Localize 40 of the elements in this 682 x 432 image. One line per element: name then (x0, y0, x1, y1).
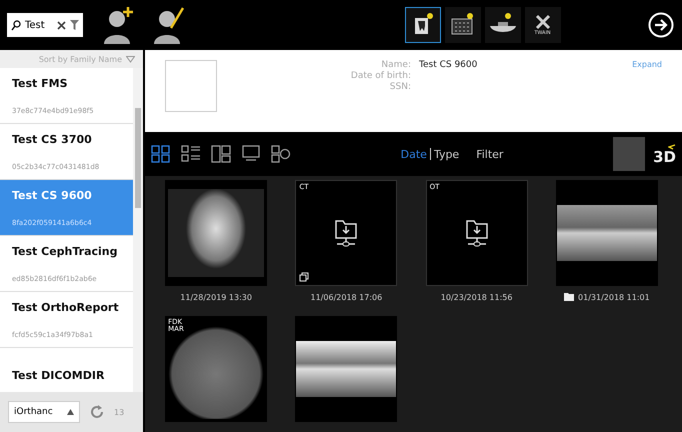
network-folder-icon (333, 218, 360, 248)
view-mode-icon[interactable] (151, 145, 171, 163)
refresh-icon[interactable] (90, 405, 104, 419)
filter-button[interactable]: Filter (476, 148, 504, 160)
view-mode-icon[interactable] (241, 145, 261, 163)
device-button[interactable] (484, 7, 520, 43)
patient-count: 13 (114, 408, 124, 416)
image-date: 01/31/2018 11:01 (578, 292, 650, 302)
sort-tab[interactable]: Date (400, 148, 427, 160)
scrollbar[interactable] (133, 68, 143, 392)
view-mode-icon[interactable] (211, 145, 231, 163)
patient-photo-frame (165, 60, 217, 112)
image-thumbnail[interactable] (165, 180, 268, 286)
image-thumbnail[interactable] (556, 180, 658, 286)
image-date: 11/28/2019 13:30 (180, 292, 252, 302)
device-button[interactable] (404, 7, 440, 43)
clear-icon[interactable] (57, 20, 66, 30)
search-icon (11, 20, 21, 30)
search-value: Test (25, 20, 46, 30)
filter-icon[interactable] (70, 20, 79, 30)
field-value: Test CS 9600 (419, 60, 478, 70)
edit-patient-icon[interactable] (151, 6, 187, 44)
sort-tab[interactable]: Type (434, 148, 460, 160)
image-date: 10/23/2018 11:56 (440, 292, 512, 302)
search-field[interactable]: Test (7, 13, 83, 37)
field-label: Name: (380, 60, 411, 70)
preview-thumbnail[interactable] (613, 137, 646, 171)
3d-view-button[interactable]: 3D (653, 144, 682, 164)
view-mode-icon[interactable] (271, 145, 291, 163)
image-date: 11/06/2018 17:06 (310, 292, 382, 302)
cross-icon (534, 14, 552, 30)
image-thumbnail[interactable] (295, 316, 398, 422)
caret-icon (126, 56, 135, 62)
source-dropdown[interactable]: iOrthanc (8, 401, 80, 423)
network-folder-icon (464, 218, 490, 248)
field-label: SSN: (388, 82, 411, 92)
field-label: Date of birth: (350, 71, 411, 81)
device-button[interactable] (444, 7, 480, 43)
caret-icon (67, 409, 74, 415)
view-mode-icon[interactable] (181, 145, 201, 163)
